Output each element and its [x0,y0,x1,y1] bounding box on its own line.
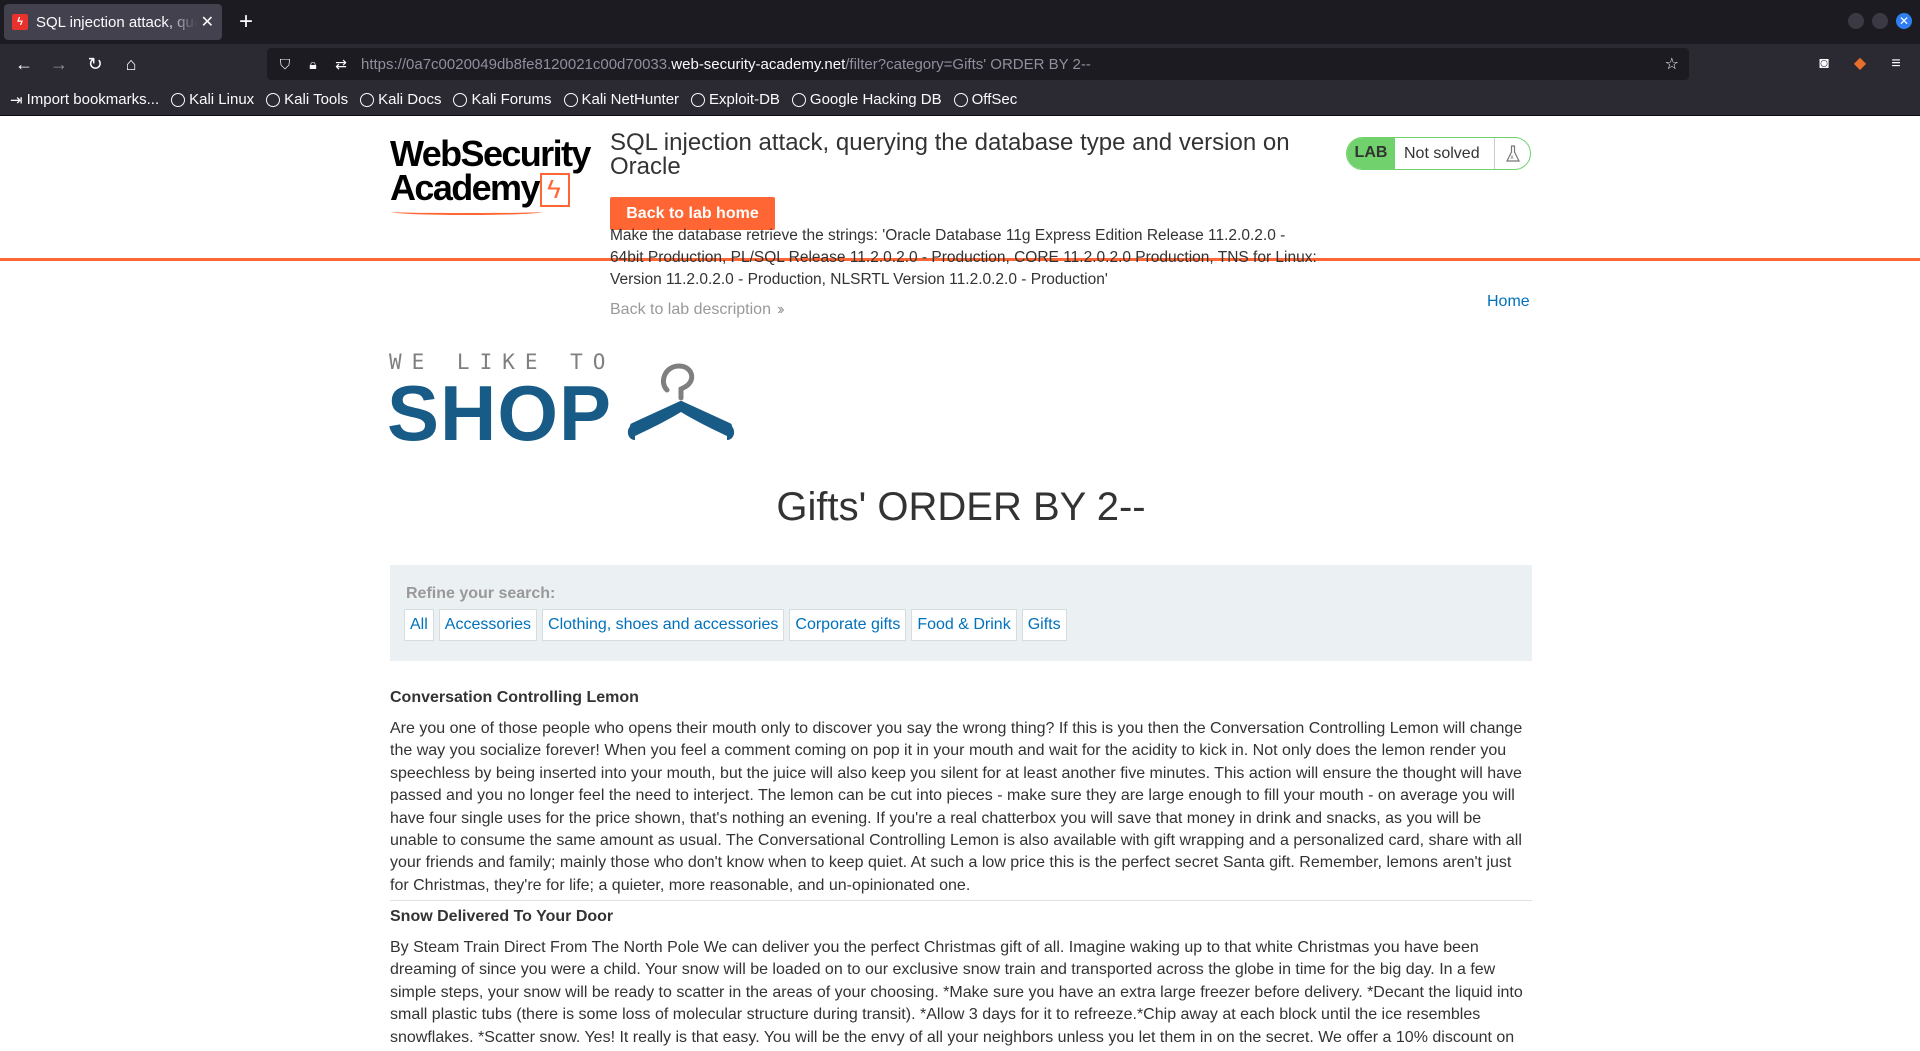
globe-icon [453,92,468,107]
back-desc-label: Back to lab description [610,301,771,318]
bookmark-import[interactable]: ⇥ Import bookmarks... [10,91,159,109]
url-prefix: https://0a7c0020049db8fe8120021c00d70033… [361,55,672,73]
browser-navbar: ← → ↻ ⌂ ⛉ 🔒︎ ⇄ https://0a7c0020049db8fe8… [0,44,1920,84]
filter-accessories[interactable]: Accessories [438,609,538,641]
clothes-hanger-icon [627,363,735,440]
menu-hamburger-icon[interactable]: ≡ [1882,50,1910,78]
reload-icon[interactable]: ↻ [81,50,109,78]
lab-status-badge: LAB Not solved x [1346,137,1531,170]
lab-favicon-icon: ϟ [12,14,28,30]
extension-fox-icon[interactable]: ◆ [1846,50,1874,78]
bookmark-exploit-db[interactable]: Exploit-DB [691,91,780,108]
product-item: Snow Delivered To Your Door By Steam Tra… [390,908,1532,1049]
svg-text:x: x [1510,154,1514,161]
page-title: Gifts' ORDER BY 2-- [776,485,1146,529]
bookmark-kali-tools[interactable]: Kali Tools [266,91,348,108]
filter-food-drink[interactable]: Food & Drink [911,609,1017,641]
import-icon: ⇥ [10,91,23,109]
bookmark-label: OffSec [971,91,1018,108]
page-content: WebSecurity Academy SQL injection attack… [0,117,1920,1051]
home-link[interactable]: Home [1487,293,1530,311]
bookmark-google-hacking-db[interactable]: Google Hacking DB [791,91,942,108]
globe-icon [953,92,968,107]
filter-all[interactable]: All [404,609,434,641]
shop-word: SHOP [387,369,613,457]
bookmark-offsec[interactable]: OffSec [953,91,1018,108]
globe-icon [691,92,706,107]
web-security-academy-logo[interactable]: WebSecurity Academy [390,133,591,217]
bookmark-label: Google Hacking DB [809,91,942,108]
lab-title: SQL injection attack, querying the datab… [610,129,1290,180]
lab-label: LAB [1347,138,1395,169]
pocket-icon[interactable]: ◙ [1810,50,1838,78]
tracking-shield-icon[interactable]: ⛉ [271,56,299,73]
refine-label: Refine your search: [406,585,556,602]
bookmark-label: Kali Forums [471,91,552,108]
browser-tabbar: ϟ SQL injection attack, querying ✕ + ✕ [0,0,1920,44]
tab-title: SQL injection attack, querying [36,13,197,31]
close-window-button[interactable]: ✕ [1896,13,1912,29]
globe-icon [266,92,281,107]
bookmark-label: Kali Linux [189,91,255,108]
bookmark-label: Kali NetHunter [581,91,680,108]
bookmark-label: Exploit-DB [709,91,780,108]
we-like-to-shop-logo[interactable]: WE LIKE TO SHOP [387,350,749,457]
globe-icon [171,92,186,107]
filter-corporate-gifts[interactable]: Corporate gifts [789,609,907,641]
logo-line1: WebSecurity [390,133,591,174]
minimize-window-button[interactable] [1848,13,1864,29]
url-domain: web-security-academy.net [671,55,846,73]
back-arrow-icon[interactable]: ← [10,50,38,78]
home-icon[interactable]: ⌂ [117,50,145,78]
close-tab-icon[interactable]: ✕ [201,12,214,32]
lab-status-text: Not solved [1404,144,1480,162]
url-text[interactable]: https://0a7c0020049db8fe8120021c00d70033… [361,56,1091,73]
padlock-icon[interactable]: 🔒︎ [299,56,327,73]
bookmark-label: Kali Tools [284,91,349,108]
back-to-lab-description-link[interactable]: Back to lab description ›› [610,301,784,319]
filter-gifts[interactable]: Gifts [1021,609,1067,641]
bookmark-label: Kali Docs [378,91,442,108]
bookmark-kali-nethunter[interactable]: Kali NetHunter [563,91,680,108]
product-divider [390,900,1532,901]
product-description: By Steam Train Direct From The North Pol… [390,939,1523,1046]
bookmarks-toolbar: ⇥ Import bookmarks... Kali Linux Kali Too… [0,84,1920,116]
category-filters: All Accessories Clothing, shoes and acce… [404,609,1067,641]
product-name: Snow Delivered To Your Door [390,908,614,925]
flask-icon: x [1494,138,1530,169]
globe-icon [360,92,375,107]
logo-swoosh [392,209,542,215]
new-tab-button[interactable]: + [232,8,260,36]
permissions-icon[interactable]: ⇄ [327,56,355,73]
window-controls: ✕ [1848,13,1912,29]
bookmark-kali-forums[interactable]: Kali Forums [453,91,552,108]
browser-tab-active[interactable]: ϟ SQL injection attack, querying ✕ [4,4,222,40]
product-name: Conversation Controlling Lemon [390,689,639,706]
bookmark-kali-docs[interactable]: Kali Docs [360,91,441,108]
lab-description: Make the database retrieve the strings: … [610,227,1317,288]
filter-clothing[interactable]: Clothing, shoes and accessories [542,609,785,641]
product-description: Are you one of those people who opens th… [390,720,1523,894]
forward-arrow-icon[interactable]: → [45,50,73,78]
globe-icon [563,92,578,107]
refine-search-panel: Refine your search: All Accessories Clot… [390,565,1532,661]
bookmark-label: Import bookmarks... [26,91,160,108]
double-chevron-right-icon: ›› [776,301,784,318]
address-bar[interactable]: ⛉ 🔒︎ ⇄ https://0a7c0020049db8fe8120021c0… [267,48,1689,80]
bookmark-kali-linux[interactable]: Kali Linux [171,91,254,108]
maximize-window-button[interactable] [1872,13,1888,29]
lightning-bolt-icon [540,173,570,207]
url-path: /filter?category=Gifts' ORDER BY 2-- [845,55,1091,73]
bookmark-star-icon[interactable]: ☆ [1665,54,1679,74]
globe-icon [791,92,806,107]
product-item: Conversation Controlling Lemon Are you o… [390,689,1532,897]
